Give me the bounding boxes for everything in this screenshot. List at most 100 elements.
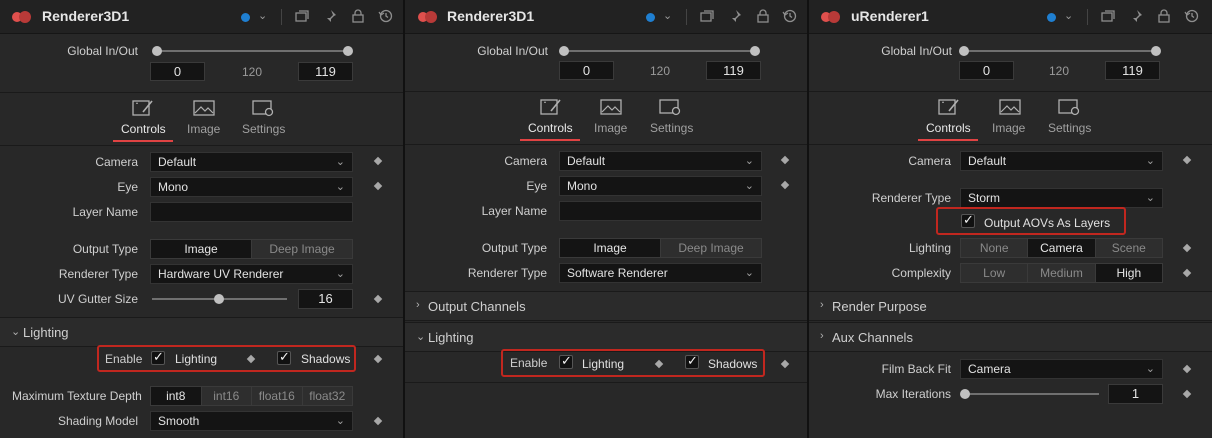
texture-depth-int16[interactable]: int16 (202, 387, 252, 405)
pin-icon[interactable] (322, 8, 338, 24)
keyframe-diamond-icon[interactable] (780, 359, 790, 369)
tab-controls[interactable]: Controls (528, 121, 573, 135)
global-inout-slider[interactable] (966, 50, 1156, 52)
complexity-low[interactable]: Low (961, 264, 1029, 282)
global-in-handle[interactable] (152, 46, 162, 56)
layer-name-input[interactable] (150, 202, 353, 222)
camera-dropdown[interactable]: Default ⌄ (150, 152, 353, 172)
render-purpose-section-header[interactable]: › Render Purpose (809, 291, 1212, 321)
eye-dropdown[interactable]: Mono ⌄ (559, 176, 762, 196)
global-in-handle[interactable] (959, 46, 969, 56)
max-iterations-handle[interactable] (960, 389, 970, 399)
texture-depth-float32[interactable]: float32 (303, 387, 353, 405)
tab-settings[interactable]: Settings (242, 122, 285, 136)
renderer-type-dropdown[interactable]: Storm ⌄ (960, 188, 1163, 208)
image-tab-icon[interactable] (998, 97, 1022, 117)
global-out-field[interactable]: 119 (298, 62, 353, 81)
keyframe-diamond-icon[interactable] (373, 416, 383, 426)
reset-icon[interactable] (1184, 8, 1200, 24)
output-aovs-checkbox[interactable]: ✓ (961, 212, 975, 228)
keyframe-diamond-icon[interactable] (780, 155, 790, 165)
keyframe-diamond-icon[interactable] (373, 294, 383, 304)
settings-tab-icon[interactable] (251, 98, 275, 118)
texture-depth-toggle[interactable]: int8 int16 float16 float32 (150, 386, 353, 406)
controls-tab-icon[interactable] (131, 98, 155, 118)
output-type-deep-image[interactable]: Deep Image (661, 239, 761, 257)
keyframe-diamond-icon[interactable] (373, 156, 383, 166)
lighting-checkbox[interactable]: ✓ (559, 353, 573, 369)
chevron-down-icon[interactable]: ⌄ (258, 9, 267, 22)
global-in-field[interactable]: 0 (559, 61, 614, 80)
keyframe-diamond-icon[interactable] (1182, 389, 1192, 399)
keyframe-diamond-icon[interactable] (373, 354, 383, 364)
output-type-toggle[interactable]: Image Deep Image (559, 238, 762, 258)
lighting-section-header[interactable]: ⌄ Lighting (405, 322, 807, 352)
lock-icon[interactable] (350, 8, 366, 24)
tab-image[interactable]: Image (594, 121, 627, 135)
tab-settings[interactable]: Settings (1048, 121, 1091, 135)
chevron-down-icon[interactable]: ⌄ (1064, 9, 1073, 22)
node-color-dot[interactable] (821, 10, 841, 24)
lighting-section-header[interactable]: ⌄ Lighting (0, 317, 403, 347)
global-out-handle[interactable] (343, 46, 353, 56)
aux-channels-section-header[interactable]: › Aux Channels (809, 322, 1212, 352)
global-in-handle[interactable] (559, 46, 569, 56)
texture-depth-float16[interactable]: float16 (252, 387, 303, 405)
renderer-type-dropdown[interactable]: Hardware UV Renderer ⌄ (150, 264, 353, 284)
output-type-image[interactable]: Image (560, 239, 661, 257)
version-dot-icon[interactable] (646, 13, 655, 22)
tab-image[interactable]: Image (992, 121, 1025, 135)
node-color-dot[interactable] (12, 10, 32, 24)
pin-icon[interactable] (727, 8, 743, 24)
output-type-toggle[interactable]: Image Deep Image (150, 239, 353, 259)
versions-icon[interactable] (699, 8, 715, 24)
shading-model-dropdown[interactable]: Smooth ⌄ (150, 411, 353, 431)
image-tab-icon[interactable] (599, 97, 623, 117)
node-color-dot[interactable] (418, 10, 438, 24)
complexity-high[interactable]: High (1095, 264, 1162, 282)
texture-depth-int8[interactable]: int8 (151, 387, 202, 405)
lock-icon[interactable] (1156, 8, 1172, 24)
tab-controls[interactable]: Controls (926, 121, 971, 135)
shadows-checkbox[interactable]: ✓ (685, 353, 699, 369)
eye-dropdown[interactable]: Mono ⌄ (150, 177, 353, 197)
keyframe-diamond-icon[interactable] (1182, 243, 1192, 253)
tab-image[interactable]: Image (187, 122, 220, 136)
global-out-field[interactable]: 119 (1105, 61, 1160, 80)
complexity-toggle[interactable]: Low Medium High (960, 263, 1163, 283)
output-type-image[interactable]: Image (151, 240, 252, 258)
tab-settings[interactable]: Settings (650, 121, 693, 135)
keyframe-diamond-icon[interactable] (1182, 155, 1192, 165)
film-back-fit-dropdown[interactable]: Camera ⌄ (960, 359, 1163, 379)
complexity-medium[interactable]: Medium (1028, 264, 1096, 282)
output-type-deep-image[interactable]: Deep Image (252, 240, 352, 258)
lock-icon[interactable] (755, 8, 771, 24)
renderer-type-dropdown[interactable]: Software Renderer ⌄ (559, 263, 762, 283)
layer-name-input[interactable] (559, 201, 762, 221)
keyframe-diamond-icon[interactable] (1182, 268, 1192, 278)
camera-dropdown[interactable]: Default ⌄ (559, 151, 762, 171)
shadows-checkbox[interactable]: ✓ (277, 349, 291, 365)
global-out-handle[interactable] (1151, 46, 1161, 56)
output-channels-section-header[interactable]: › Output Channels (405, 291, 807, 321)
global-out-handle[interactable] (750, 46, 760, 56)
reset-icon[interactable] (782, 8, 798, 24)
settings-tab-icon[interactable] (658, 97, 682, 117)
keyframe-diamond-icon[interactable] (780, 180, 790, 190)
lighting-camera[interactable]: Camera (1028, 239, 1096, 257)
reset-icon[interactable] (378, 8, 394, 24)
lighting-toggle[interactable]: None Camera Scene (960, 238, 1163, 258)
settings-tab-icon[interactable] (1057, 97, 1081, 117)
image-tab-icon[interactable] (192, 98, 216, 118)
lighting-checkbox[interactable]: ✓ (151, 349, 165, 365)
tab-controls[interactable]: Controls (121, 122, 166, 136)
lighting-none[interactable]: None (961, 239, 1029, 257)
global-inout-slider[interactable] (564, 50, 754, 52)
controls-tab-icon[interactable] (539, 97, 563, 117)
camera-dropdown[interactable]: Default ⌄ (960, 151, 1163, 171)
max-iterations-value[interactable]: 1 (1108, 384, 1163, 404)
global-out-field[interactable]: 119 (706, 61, 761, 80)
chevron-down-icon[interactable]: ⌄ (663, 9, 672, 22)
uv-gutter-handle[interactable] (214, 294, 224, 304)
keyframe-diamond-icon[interactable] (373, 181, 383, 191)
